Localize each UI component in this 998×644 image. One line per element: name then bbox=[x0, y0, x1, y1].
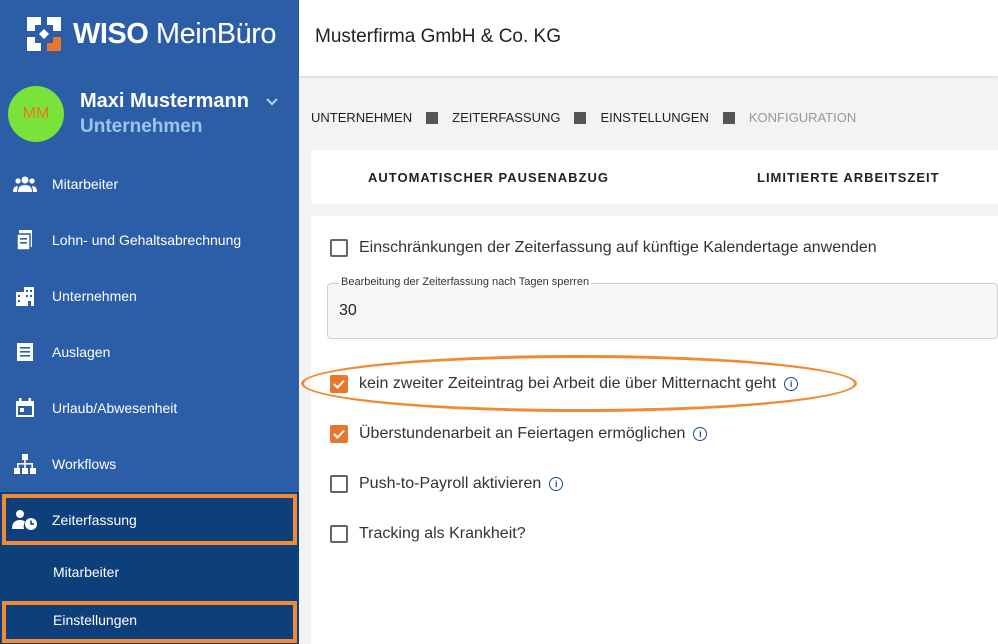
chevron-down-icon[interactable] bbox=[264, 94, 280, 110]
lock-days-input[interactable] bbox=[339, 302, 639, 320]
sidebar-item-label: Auslagen bbox=[52, 344, 111, 360]
sidebar-item-label: Unternehmen bbox=[52, 288, 137, 304]
checkbox-no-second-entry[interactable] bbox=[330, 375, 348, 393]
user-clock-icon bbox=[12, 507, 38, 533]
sidebar-item-urlaub[interactable]: Urlaub/Abwesenheit bbox=[0, 380, 299, 436]
setting-label: Einschränkungen der Zeiterfassung auf kü… bbox=[359, 239, 877, 256]
setting-label: Überstundenarbeit an Feiertagen ermöglic… bbox=[359, 425, 686, 442]
tab-automatischer-pausenabzug[interactable]: AUTOMATISCHER PAUSENABZUG bbox=[368, 170, 609, 185]
checkbox-push-to-payroll[interactable] bbox=[330, 475, 348, 493]
logo-mark-icon bbox=[25, 15, 63, 53]
sidebar-item-label: Workflows bbox=[52, 456, 117, 472]
receipt-icon bbox=[12, 339, 38, 365]
workflow-icon bbox=[12, 451, 38, 477]
tab-limitierte-arbeitszeit[interactable]: LIMITIERTE ARBEITSZEIT bbox=[757, 170, 940, 185]
checkbox-tracking-sick[interactable] bbox=[330, 525, 348, 543]
sidebar-item-label: Urlaub/Abwesenheit bbox=[52, 400, 178, 416]
info-icon[interactable]: i bbox=[784, 377, 799, 391]
avatar: MM bbox=[8, 86, 64, 142]
setting-label: Push-to-Payroll aktivieren bbox=[359, 475, 542, 492]
sidebar-item-mitarbeiter[interactable]: Mitarbeiter bbox=[0, 156, 299, 212]
subnav-item-mitarbeiter[interactable]: Mitarbeiter bbox=[0, 548, 299, 596]
user-name: Maxi Mustermann bbox=[80, 90, 249, 112]
breadcrumb-item-zeiterfassung[interactable]: ZEITERFASSUNG bbox=[452, 110, 560, 125]
breadcrumb: UNTERNEHMEN ZEITERFASSUNG EINSTELLUNGEN … bbox=[311, 110, 856, 125]
sidebar: WISO MeinBüro MM Maxi Mustermann Unterne… bbox=[0, 0, 299, 644]
building-icon bbox=[12, 283, 38, 309]
setting-push-to-payroll[interactable]: Push-to-Payroll aktivieren i bbox=[330, 475, 564, 493]
info-icon[interactable]: i bbox=[693, 427, 708, 441]
setting-tracking-sick[interactable]: Tracking als Krankheit? bbox=[330, 525, 526, 543]
breadcrumb-item-konfiguration: KONFIGURATION bbox=[748, 110, 857, 125]
info-icon[interactable]: i bbox=[549, 477, 564, 491]
top-header: Musterfirma GmbH & Co. KG bbox=[299, 0, 998, 76]
sidebar-item-workflows[interactable]: Workflows bbox=[0, 436, 299, 492]
setting-restrict-future[interactable]: Einschränkungen der Zeiterfassung auf kü… bbox=[330, 239, 877, 257]
breadcrumb-separator-icon bbox=[426, 111, 439, 124]
breadcrumb-item-einstellungen[interactable]: EINSTELLUNGEN bbox=[600, 110, 708, 125]
setting-label: kein zweiter Zeiteintrag bei Arbeit die … bbox=[359, 375, 777, 392]
sidebar-item-zeiterfassung[interactable]: Zeiterfassung bbox=[0, 492, 299, 548]
company-name: Musterfirma GmbH & Co. KG bbox=[315, 26, 561, 47]
sidebar-item-label: Lohn- und Gehaltsabrechnung bbox=[52, 232, 242, 248]
breadcrumb-separator-icon bbox=[722, 111, 735, 124]
user-menu[interactable]: MM Maxi Mustermann Unternehmen bbox=[8, 84, 293, 144]
sidebar-item-lohn[interactable]: Lohn- und Gehaltsabrechnung bbox=[0, 212, 299, 268]
check-icon bbox=[333, 379, 345, 389]
calendar-icon bbox=[12, 395, 38, 421]
setting-label: Tracking als Krankheit? bbox=[359, 525, 526, 542]
sidebar-nav: Mitarbeiter Lohn- und Gehaltsabrechnung … bbox=[0, 156, 299, 644]
lock-days-field[interactable]: Bearbeitung der Zeiterfassung nach Tagen… bbox=[327, 276, 998, 339]
brand-name: WISO MeinBüro bbox=[73, 17, 277, 50]
sidebar-item-label: Zeiterfassung bbox=[52, 512, 137, 528]
setting-holiday-overtime[interactable]: Überstundenarbeit an Feiertagen ermöglic… bbox=[330, 425, 708, 443]
checkbox-restrict-future[interactable] bbox=[330, 239, 348, 257]
checkbox-holiday-overtime[interactable] bbox=[330, 425, 348, 443]
breadcrumb-separator-icon bbox=[574, 111, 587, 124]
sidebar-item-label: Mitarbeiter bbox=[52, 176, 119, 192]
setting-no-second-entry[interactable]: kein zweiter Zeiteintrag bei Arbeit die … bbox=[330, 375, 799, 393]
payroll-document-icon bbox=[12, 227, 38, 253]
user-org: Unternehmen bbox=[80, 116, 203, 137]
check-icon bbox=[333, 429, 345, 439]
settings-tabs: AUTOMATISCHER PAUSENABZUG LIMITIERTE ARB… bbox=[311, 150, 998, 204]
settings-card: Einschränkungen der Zeiterfassung auf kü… bbox=[311, 216, 998, 644]
subnav-item-einstellungen[interactable]: Einstellungen bbox=[0, 596, 299, 644]
app-logo[interactable]: WISO MeinBüro bbox=[25, 14, 277, 54]
sidebar-item-unternehmen[interactable]: Unternehmen bbox=[0, 268, 299, 324]
people-icon bbox=[12, 171, 38, 197]
sidebar-item-auslagen[interactable]: Auslagen bbox=[0, 324, 299, 380]
breadcrumb-item-unternehmen[interactable]: UNTERNEHMEN bbox=[311, 110, 412, 125]
lock-days-label: Bearbeitung der Zeiterfassung nach Tagen… bbox=[339, 276, 592, 288]
